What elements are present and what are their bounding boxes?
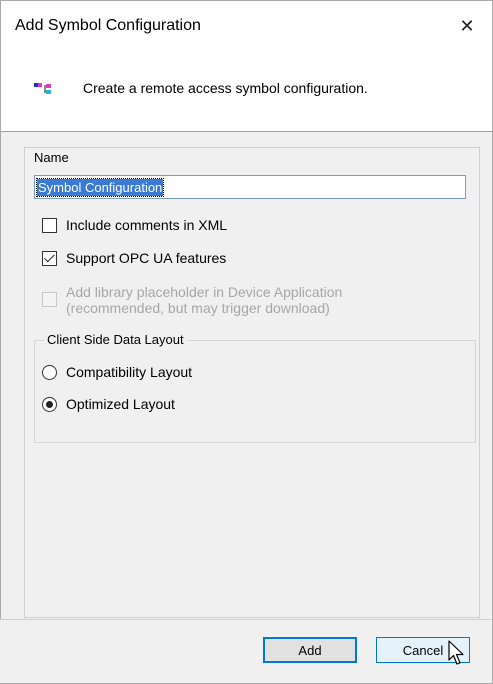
support-opc-ua-checkbox[interactable] bbox=[42, 250, 57, 266]
mouse-pointer-icon bbox=[448, 640, 464, 665]
add-library-label-line2: (recommended, but may trigger download) bbox=[66, 300, 330, 316]
compatibility-layout-option[interactable]: Compatibility Layout bbox=[42, 364, 192, 380]
dialog-title: Add Symbol Configuration bbox=[15, 17, 201, 34]
name-input[interactable]: Symbol Configuration bbox=[34, 175, 466, 199]
include-comments-checkbox[interactable] bbox=[42, 217, 57, 233]
include-comments-label: Include comments in XML bbox=[66, 217, 228, 233]
close-button[interactable]: ✕ bbox=[450, 9, 484, 43]
add-library-label-line1: Add library placeholder in Device Applic… bbox=[66, 284, 343, 300]
close-icon: ✕ bbox=[459, 15, 475, 36]
checkmark-icon bbox=[44, 251, 55, 262]
client-side-data-layout-group bbox=[34, 340, 476, 443]
compatibility-layout-label: Compatibility Layout bbox=[66, 364, 193, 380]
add-library-checkbox bbox=[42, 292, 57, 307]
radio-selected-dot bbox=[46, 400, 53, 408]
add-button[interactable]: Add bbox=[263, 637, 357, 663]
compatibility-layout-radio[interactable] bbox=[42, 364, 57, 380]
header-description: Create a remote access symbol configurat… bbox=[83, 80, 368, 96]
optimized-layout-radio[interactable] bbox=[42, 396, 57, 412]
optimized-layout-label: Optimized Layout bbox=[66, 396, 175, 412]
title-bar: Add Symbol Configuration ✕ bbox=[1, 1, 492, 53]
name-label: Name bbox=[34, 150, 69, 165]
add-library-option: Add library placeholder in Device Applic… bbox=[42, 284, 342, 316]
support-opc-ua-option[interactable]: Support OPC UA features bbox=[42, 250, 226, 266]
symbol-config-icon bbox=[34, 83, 51, 94]
optimized-layout-option[interactable]: Optimized Layout bbox=[42, 396, 175, 412]
group-title: Client Side Data Layout bbox=[44, 332, 187, 347]
header-band: Create a remote access symbol configurat… bbox=[1, 53, 492, 131]
name-input-value: Symbol Configuration bbox=[35, 178, 165, 197]
add-button-label: Add bbox=[298, 642, 322, 658]
cancel-button-label: Cancel bbox=[402, 642, 444, 658]
include-comments-option[interactable]: Include comments in XML bbox=[42, 217, 227, 233]
add-library-label: Add library placeholder in Device Applic… bbox=[66, 284, 342, 316]
support-opc-ua-label: Support OPC UA features bbox=[66, 250, 227, 266]
